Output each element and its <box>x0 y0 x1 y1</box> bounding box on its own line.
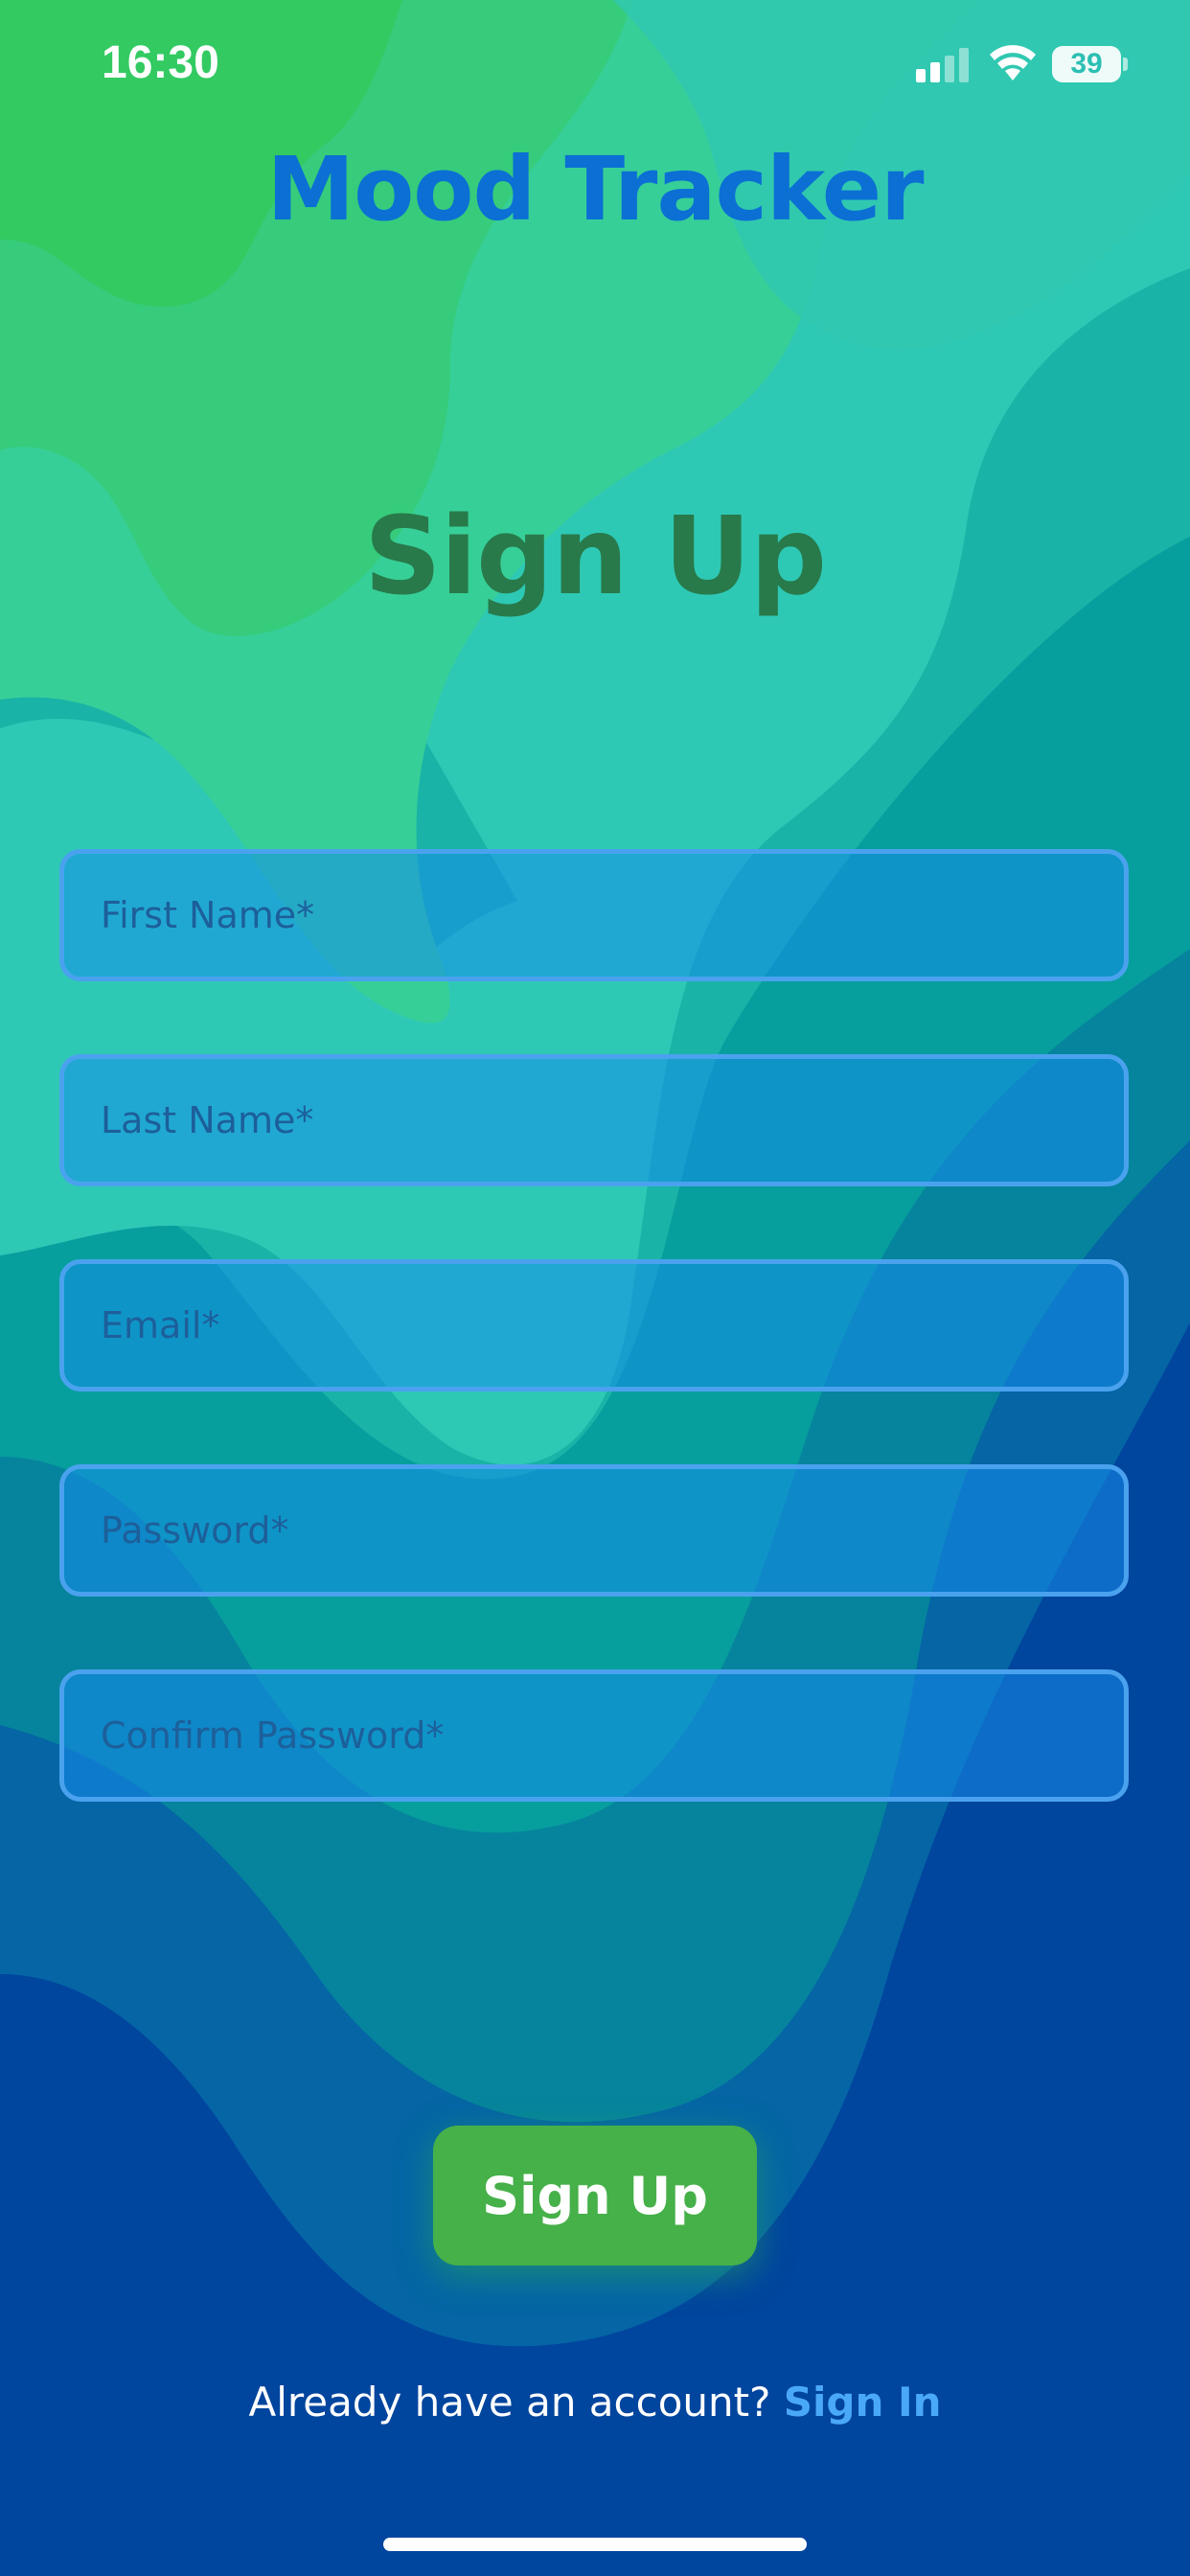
battery-level: 39 <box>1070 48 1103 80</box>
confirm-password-field[interactable] <box>59 1669 1129 1802</box>
confirm-password-input[interactable] <box>64 1674 1124 1797</box>
sign-in-prompt-text: Already have an account? <box>248 2379 784 2426</box>
password-input[interactable] <box>64 1469 1124 1592</box>
email-input[interactable] <box>64 1264 1124 1387</box>
password-field[interactable] <box>59 1464 1129 1597</box>
first-name-field[interactable] <box>59 849 1129 981</box>
first-name-input[interactable] <box>64 854 1124 977</box>
page-title: Sign Up <box>363 494 827 619</box>
sign-up-button[interactable]: Sign Up <box>433 2126 757 2266</box>
status-time: 16:30 <box>102 37 219 88</box>
email-field[interactable] <box>59 1259 1129 1392</box>
home-indicator[interactable] <box>383 2538 807 2551</box>
status-bar: 16:30 39 <box>0 0 1190 134</box>
battery-icon: 39 <box>1052 46 1129 82</box>
cellular-signal-icon <box>916 48 969 82</box>
sign-in-prompt: Already have an account? Sign In <box>0 2379 1190 2426</box>
sign-in-link[interactable]: Sign In <box>784 2379 942 2426</box>
last-name-input[interactable] <box>64 1059 1124 1182</box>
app-title: Mood Tracker <box>266 138 925 241</box>
last-name-field[interactable] <box>59 1054 1129 1186</box>
battery-cap <box>1123 58 1128 71</box>
wifi-icon <box>990 45 1036 80</box>
